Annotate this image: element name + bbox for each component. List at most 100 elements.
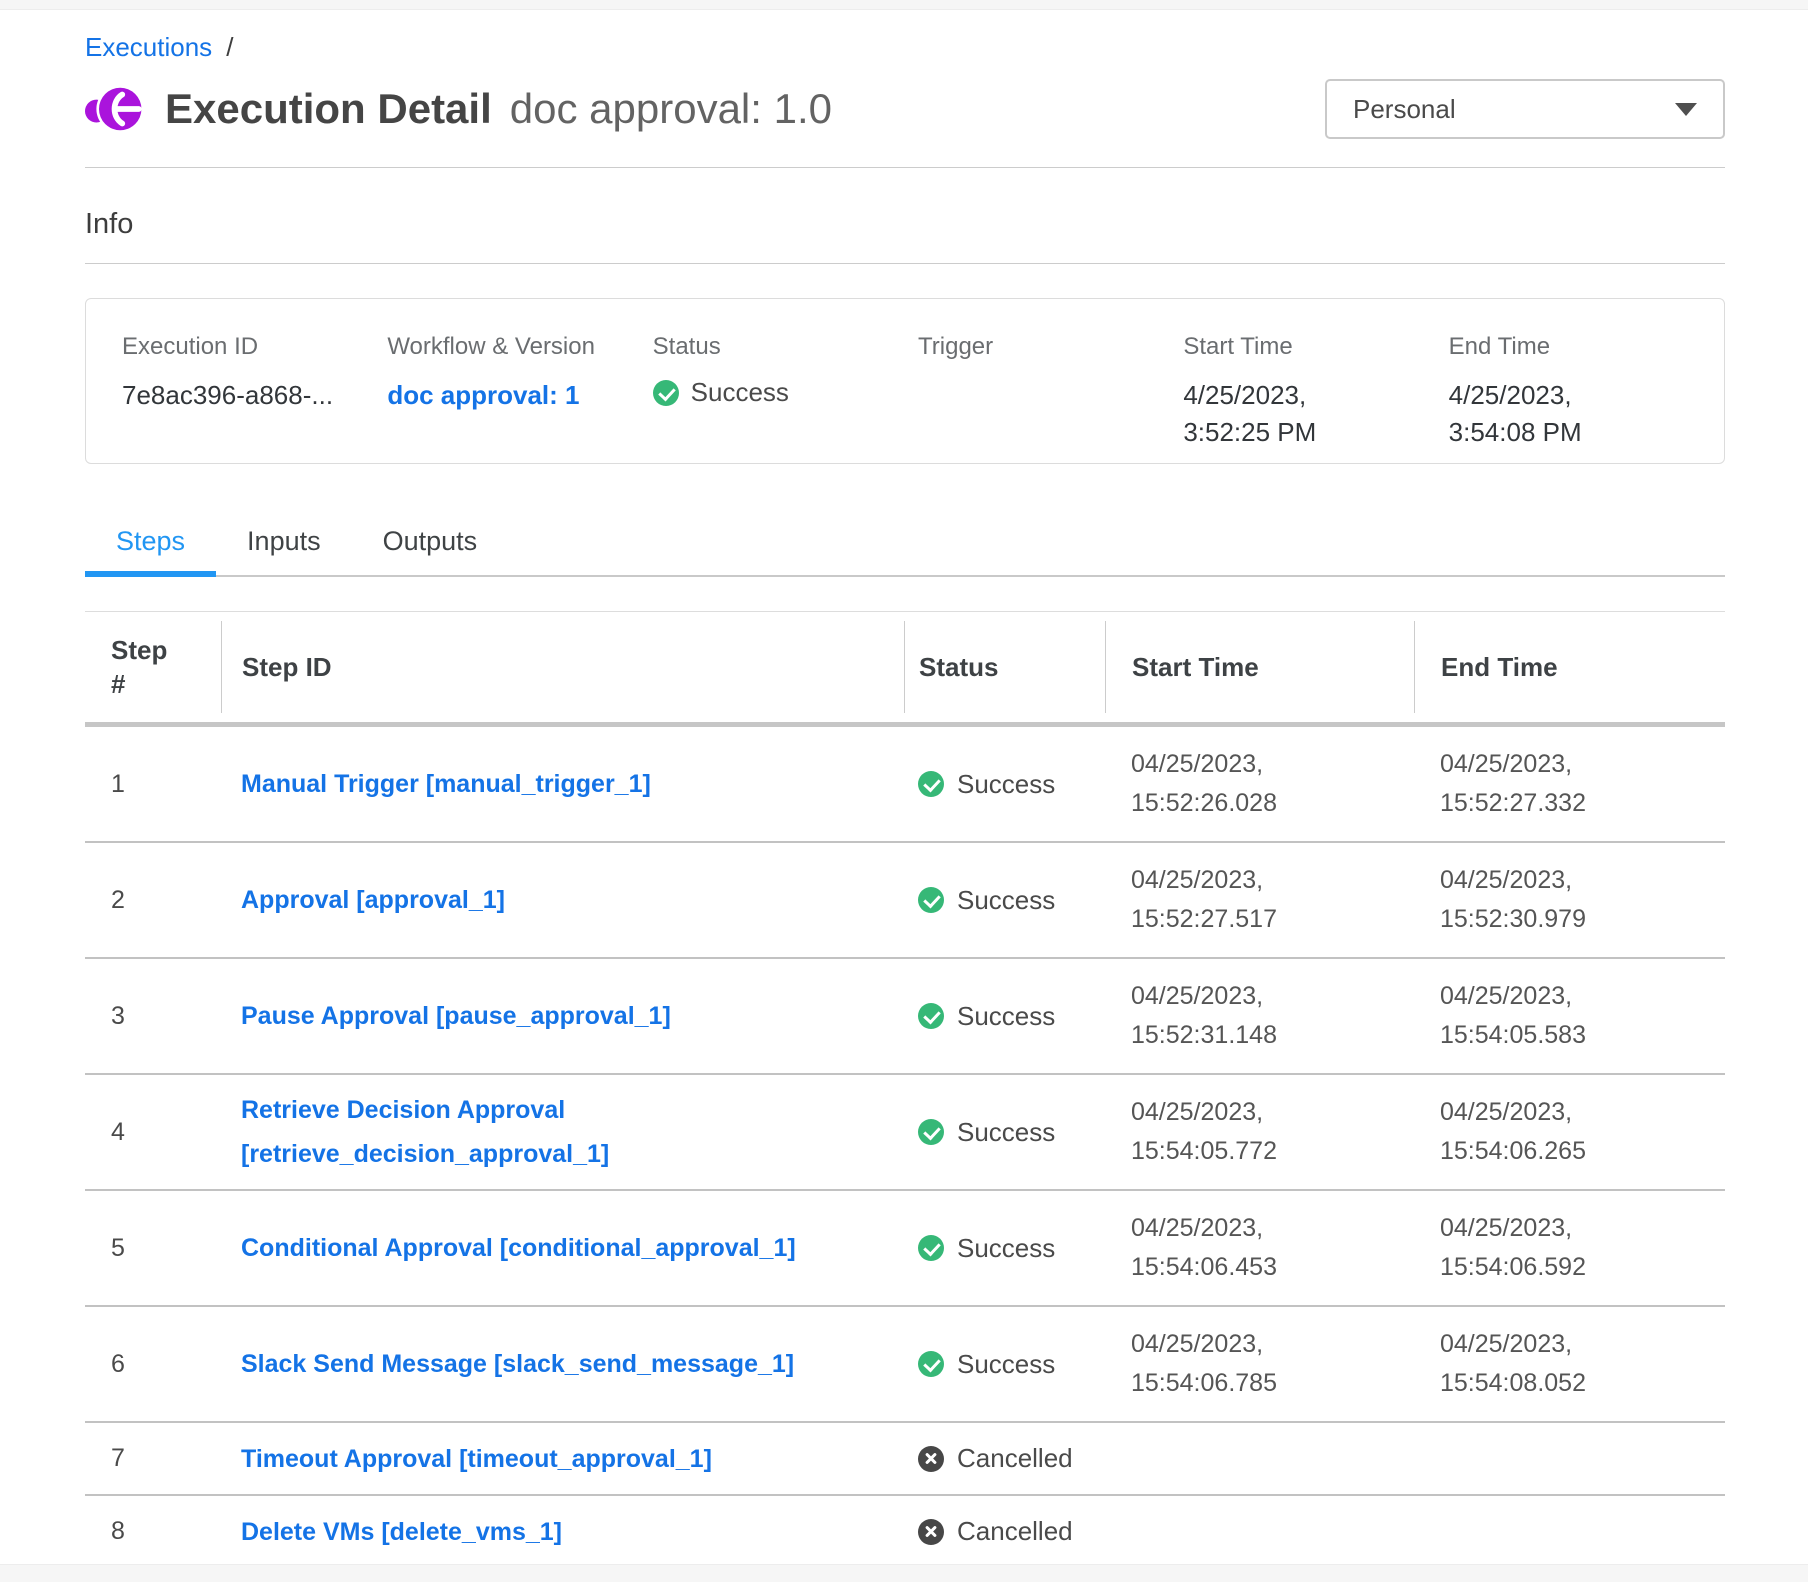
step-start-time: 04/25/2023, 15:54:06.785: [1105, 1325, 1325, 1403]
col-header-step-num: Step #: [111, 633, 181, 701]
execution-status-value: Success: [691, 377, 789, 408]
info-label: Start Time: [1183, 333, 1424, 361]
step-start-time: 04/25/2023, 15:52:26.028: [1105, 745, 1325, 823]
table-row: 2 Approval [approval_1] Success 04/25/20…: [85, 843, 1725, 959]
page-title: Execution Detail doc approval: 1.0: [165, 85, 832, 133]
info-field-end-time: End Time 4/25/2023, 3:54:08 PM: [1449, 333, 1714, 463]
step-status-label: Success: [957, 1349, 1055, 1380]
step-end-time: 04/25/2023, 15:52:27.332: [1414, 745, 1634, 823]
info-field-start-time: Start Time 4/25/2023, 3:52:25 PM: [1183, 333, 1448, 463]
col-header-status: Status: [919, 650, 998, 684]
steps-table: Step # Step ID Status Start Time End Tim…: [85, 611, 1725, 1569]
status-success-icon: [653, 380, 679, 406]
step-number: 7: [85, 1444, 221, 1473]
status-cancelled-icon: [918, 1519, 944, 1545]
table-row: 6 Slack Send Message [slack_send_message…: [85, 1307, 1725, 1423]
scope-dropdown[interactable]: Personal: [1325, 79, 1725, 139]
info-field-workflow-version: Workflow & Version doc approval: 1: [387, 333, 652, 463]
step-id-link[interactable]: Retrieve Decision Approval [retrieve_dec…: [241, 1096, 609, 1168]
status-success-icon: [918, 1003, 944, 1029]
workflow-version-link[interactable]: doc approval: 1: [387, 380, 579, 410]
title-row: Execution Detail doc approval: 1.0 Perso…: [85, 79, 1725, 139]
table-row: 1 Manual Trigger [manual_trigger_1] Succ…: [85, 727, 1725, 843]
status-success-icon: [918, 1351, 944, 1377]
page-title-workflow-version: doc approval: 1.0: [510, 85, 832, 133]
status-success-icon: [918, 1235, 944, 1261]
info-field-trigger: Trigger: [918, 333, 1183, 463]
step-id-link[interactable]: Delete VMs [delete_vms_1]: [241, 1518, 562, 1546]
info-field-execution-id: Execution ID 7e8ac396-a868-...: [122, 333, 387, 463]
status-cancelled-icon: [918, 1446, 944, 1472]
table-row: 7 Timeout Approval [timeout_approval_1] …: [85, 1423, 1725, 1496]
step-status-label: Success: [957, 769, 1055, 800]
table-row: 5 Conditional Approval [conditional_appr…: [85, 1191, 1725, 1307]
step-number: 1: [85, 770, 221, 799]
info-divider: [85, 263, 1725, 264]
step-id-link[interactable]: Conditional Approval [conditional_approv…: [241, 1234, 796, 1262]
info-label: Trigger: [918, 333, 1159, 361]
info-label: Execution ID: [122, 333, 363, 361]
step-start-time: 04/25/2023, 15:54:06.453: [1105, 1209, 1325, 1287]
page-title-main: Execution Detail: [165, 85, 492, 133]
step-number: 3: [85, 1002, 221, 1031]
status-success-icon: [918, 887, 944, 913]
step-end-time: 04/25/2023, 15:54:06.265: [1414, 1093, 1634, 1171]
step-id-link[interactable]: Manual Trigger [manual_trigger_1]: [241, 770, 651, 798]
step-number: 8: [85, 1517, 221, 1546]
title-left: Execution Detail doc approval: 1.0: [85, 80, 832, 138]
status-success-icon: [918, 771, 944, 797]
step-start-time: 04/25/2023, 15:52:27.517: [1105, 861, 1325, 939]
step-status-label: Cancelled: [957, 1516, 1073, 1547]
workflow-brand-icon: [85, 80, 143, 138]
col-header-end-time: End Time: [1441, 650, 1558, 684]
step-id-link[interactable]: Timeout Approval [timeout_approval_1]: [241, 1445, 712, 1473]
title-divider: [85, 167, 1725, 168]
page-bottom-strip: [0, 1564, 1808, 1582]
breadcrumb: Executions /: [85, 32, 1725, 63]
status-success-icon: [918, 1119, 944, 1145]
breadcrumb-executions-link[interactable]: Executions: [85, 32, 212, 63]
table-row: 4 Retrieve Decision Approval [retrieve_d…: [85, 1075, 1725, 1191]
step-number: 5: [85, 1234, 221, 1263]
execution-id-value: 7e8ac396-a868-...: [122, 377, 337, 414]
step-end-time: 04/25/2023, 15:54:08.052: [1414, 1325, 1634, 1403]
step-id-link[interactable]: Approval [approval_1]: [241, 886, 505, 914]
info-label: End Time: [1449, 333, 1690, 361]
breadcrumb-separator: /: [226, 32, 233, 63]
step-start-time: 04/25/2023, 15:52:31.148: [1105, 977, 1325, 1055]
scope-dropdown-value: Personal: [1353, 94, 1456, 125]
step-status-label: Success: [957, 1117, 1055, 1148]
info-label: Status: [653, 333, 894, 361]
step-id-link[interactable]: Slack Send Message [slack_send_message_1…: [241, 1350, 794, 1378]
steps-table-header: Step # Step ID Status Start Time End Tim…: [85, 611, 1725, 727]
step-status-label: Success: [957, 885, 1055, 916]
tab-inputs[interactable]: Inputs: [216, 514, 352, 577]
info-card: Execution ID 7e8ac396-a868-... Workflow …: [85, 298, 1725, 464]
step-number: 2: [85, 886, 221, 915]
step-status-label: Success: [957, 1001, 1055, 1032]
step-status-label: Success: [957, 1233, 1055, 1264]
tab-steps[interactable]: Steps: [85, 514, 216, 577]
step-status-label: Cancelled: [957, 1443, 1073, 1474]
table-row: 8 Delete VMs [delete_vms_1] Cancelled: [85, 1496, 1725, 1569]
tab-outputs[interactable]: Outputs: [352, 514, 509, 577]
step-end-time: 04/25/2023, 15:54:06.592: [1414, 1209, 1634, 1287]
step-end-time: 04/25/2023, 15:52:30.979: [1414, 861, 1634, 939]
info-section-title: Info: [85, 208, 1725, 241]
end-time-value: 4/25/2023, 3:54:08 PM: [1449, 377, 1664, 451]
info-label: Workflow & Version: [387, 333, 628, 361]
step-number: 4: [85, 1118, 221, 1147]
info-field-status: Status Success: [653, 333, 918, 463]
detail-tabs: Steps Inputs Outputs: [85, 514, 1725, 577]
step-end-time: 04/25/2023, 15:54:05.583: [1414, 977, 1634, 1055]
col-header-start-time: Start Time: [1132, 650, 1259, 684]
col-header-step-id: Step ID: [242, 650, 332, 684]
execution-detail-page: Executions / Execution Detail doc approv…: [0, 32, 1808, 1569]
chevron-down-icon: [1675, 103, 1697, 116]
step-start-time: 04/25/2023, 15:54:05.772: [1105, 1093, 1325, 1171]
page-top-strip: [0, 0, 1808, 10]
step-id-link[interactable]: Pause Approval [pause_approval_1]: [241, 1002, 671, 1030]
step-number: 6: [85, 1350, 221, 1379]
start-time-value: 4/25/2023, 3:52:25 PM: [1183, 377, 1398, 451]
table-row: 3 Pause Approval [pause_approval_1] Succ…: [85, 959, 1725, 1075]
